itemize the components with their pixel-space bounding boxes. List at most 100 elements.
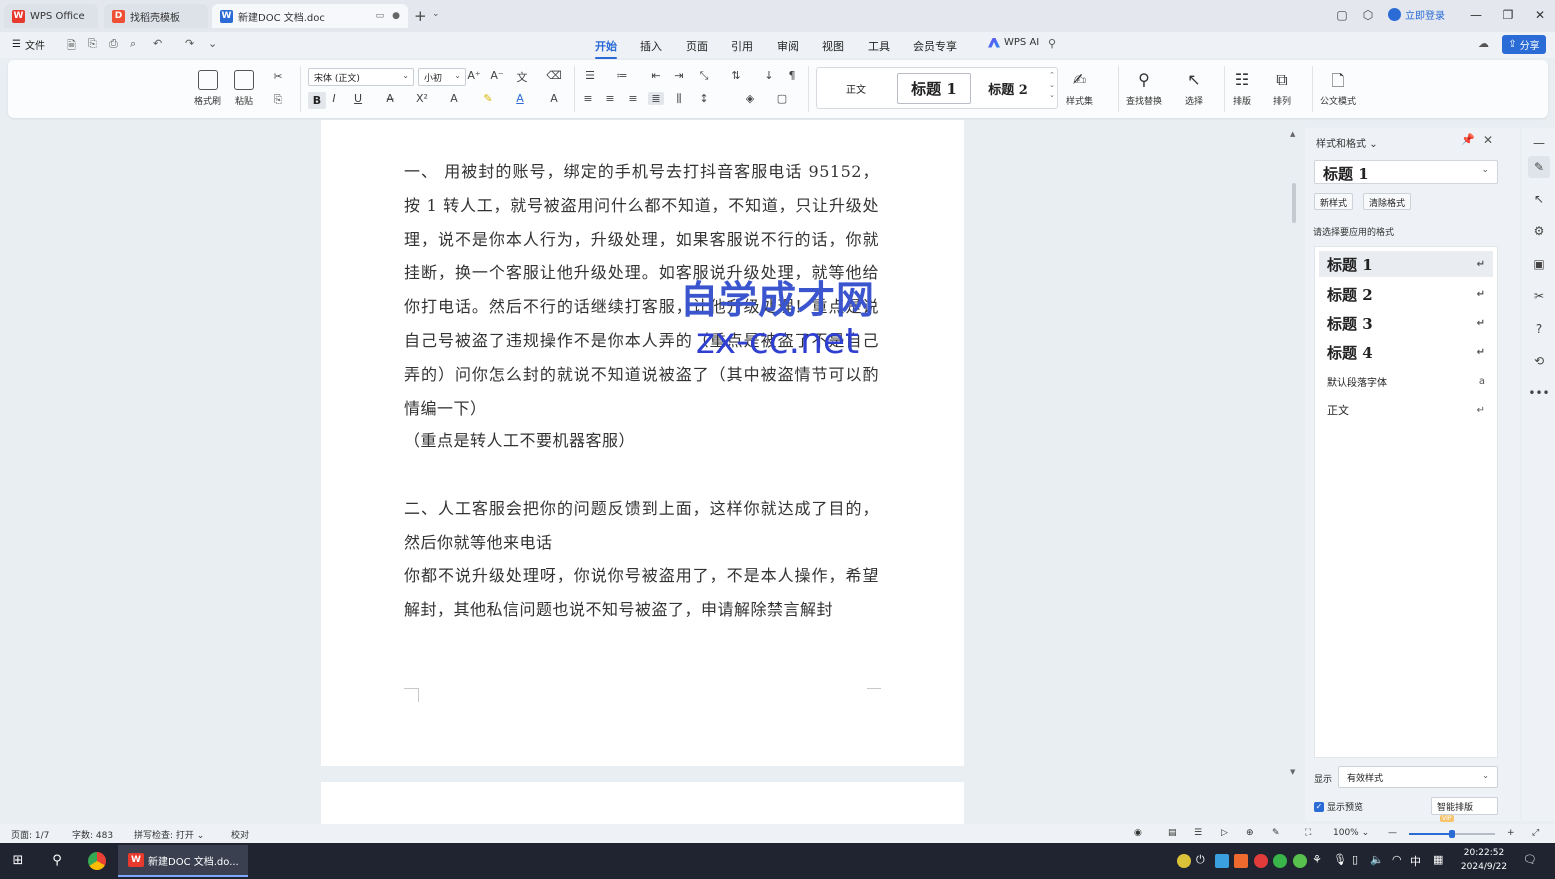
font-name-select[interactable]: 宋体 (正文) ⌄ [308,68,414,86]
smart-layout-button[interactable]: 智能排版 VIP [1431,797,1498,822]
scroll-up-icon[interactable]: ▲ [1290,130,1295,138]
current-style-select[interactable]: 标题 1 ⌄ [1314,160,1498,184]
pane-title[interactable]: 样式和格式 ⌄ [1316,135,1378,150]
zoom-in-icon[interactable]: + [1507,828,1515,838]
strikethrough-icon[interactable]: A̶ [382,92,398,105]
document-page-2[interactable] [321,782,964,824]
cloud-sync-icon[interactable]: ☁ [1478,37,1489,50]
windows-start-icon[interactable]: ⊞ [9,852,27,870]
tray-app-icon[interactable] [1177,854,1191,868]
vertical-scrollbar[interactable]: ▲ ▼ [1290,128,1298,818]
cube-icon[interactable]: ⬡ [1361,8,1375,22]
clear-format-button[interactable]: 清除格式 [1363,193,1412,210]
new-tab-plus-icon[interactable]: + [414,7,427,25]
tab-current-document[interactable]: W 新建DOC 文档.doc ▭ ● [212,4,408,28]
print-preview-icon[interactable]: ⌕ [130,37,136,51]
shading-icon[interactable]: ◈ [742,92,758,105]
find-replace-button[interactable]: ⚲ 查找替换 [1126,70,1162,107]
superscript-icon[interactable]: X² [414,92,430,105]
show-marks-icon[interactable]: ¶ [784,69,800,82]
paragraph[interactable]: 你都不说升级处理呀，你说你号被盗用了，不是本人操作，希望解封，其他私信问题也说不… [404,559,879,627]
style-item-default-font[interactable]: 默认段落字体 a [1319,368,1493,394]
phonetic-icon[interactable]: 文 [514,69,530,85]
login-button[interactable]: 立即登录 [1388,7,1445,22]
underline-button[interactable]: U [350,92,366,105]
style-item-normal[interactable]: 正文 ↵ [1319,397,1493,423]
tab-review[interactable]: 审阅 [777,38,799,54]
proofread-button[interactable]: 校对 [231,828,249,841]
tab-view[interactable]: 视图 [822,38,844,54]
paragraph[interactable]: 二、人工客服会把你的问题反馈到上面，这样你就达成了目的，然后你就等他来电话 [404,492,879,560]
highlight-icon[interactable]: ✎ [480,92,496,105]
font-size-select[interactable]: 小初 ⌄ [418,68,466,86]
notification-icon[interactable]: 🗨 [1523,853,1537,866]
zoom-out-icon[interactable]: — [1388,828,1397,838]
pin-icon[interactable]: 📌 [1461,133,1475,146]
align-center-icon[interactable]: ≡ [602,92,618,105]
style-heading-1[interactable]: 标题 1 [897,73,971,104]
page-counter[interactable]: 页面: 1/7 [11,828,49,841]
zoom-slider-knob[interactable] [1449,830,1455,838]
play-icon[interactable]: ▷ [1221,828,1228,838]
align-left-icon[interactable]: ≡ [580,92,596,105]
tab-monitor-icon[interactable]: ▭ [376,11,385,21]
show-preview-checkbox[interactable]: ✓ 显示预览 [1314,800,1363,813]
close-pane-icon[interactable]: ✕ [1483,133,1493,147]
spell-check-toggle[interactable]: 拼写检查: 打开 ⌄ [134,828,204,841]
font-color-icon[interactable]: A [512,92,528,105]
char-shading-icon[interactable]: A [546,92,562,105]
write-mode-icon[interactable]: ✎ [1272,828,1280,838]
shrink-font-icon[interactable]: A⁻ [489,69,505,82]
clear-format-icon[interactable]: ⌫ [546,69,562,82]
document-tools-icon[interactable]: ▣ [1528,253,1550,275]
network-app-icon[interactable]: ⚘ [1312,853,1322,866]
taskbar-clock[interactable]: 20:22:52 2024/9/22 [1456,846,1512,874]
style-item-heading-4[interactable]: 标题 4 ↵ [1319,339,1493,365]
decrease-indent-icon[interactable]: ⇤ [648,69,664,82]
text-effect-icon[interactable]: A [446,92,462,105]
tray-app-icon[interactable] [1215,854,1229,868]
print-icon[interactable]: ⎙ [109,37,118,51]
tray-app-icon[interactable] [1293,854,1307,868]
distribute-icon[interactable]: ⫼ [671,92,687,106]
numbered-list-icon[interactable]: ≔ [614,69,630,82]
save-icon[interactable]: 🗎 [67,37,76,56]
export-icon[interactable]: ⎘ [88,37,97,51]
tray-app-icon[interactable] [1234,854,1248,868]
redo-icon[interactable]: ↷ [185,37,194,50]
bold-button[interactable]: B [308,92,326,109]
translate-icon[interactable]: ⟲ [1528,350,1550,372]
style-normal[interactable]: 正文 [821,73,891,104]
zoom-slider[interactable] [1409,830,1495,838]
power-icon[interactable]: ⏻ [1196,853,1205,867]
outline-view-icon[interactable]: ☰ [1194,828,1202,838]
eye-protection-icon[interactable]: ◉ [1134,828,1142,838]
search-icon[interactable]: ⚲ [1048,37,1056,50]
tab-wps-office[interactable]: W WPS Office [4,4,98,28]
select-pane-icon[interactable]: ↖ [1528,188,1550,210]
line-spacing-icon[interactable]: ↕ [696,92,712,105]
style-item-heading-1[interactable]: 标题 1 ↵ [1319,251,1493,277]
share-button[interactable]: ⇪ 分享 [1502,35,1546,54]
undo-icon[interactable]: ↶ [153,37,162,50]
paragraph[interactable]: （重点是转人工不要机器客服） [404,424,879,458]
layout-button[interactable]: ☷ 排版 [1232,70,1252,107]
scroll-down-icon[interactable]: ▼ [1290,768,1295,776]
zoom-level[interactable]: 100% ⌄ [1333,828,1369,838]
new-style-button[interactable]: 新样式 [1314,193,1354,210]
tray-app-icon[interactable] [1254,854,1268,868]
select-button[interactable]: ↖ 选择 [1184,70,1204,107]
properties-icon[interactable]: ⚙ [1528,220,1550,242]
bullet-list-icon[interactable]: ☰ [582,69,598,82]
style-heading-2[interactable]: 标题 2 [975,73,1041,104]
official-mode-button[interactable]: 🗋 公文模式 [1320,70,1356,107]
ime-mode-icon[interactable]: ▦ [1433,853,1443,866]
paste-button[interactable]: 粘贴 [234,70,254,107]
help-icon[interactable]: ? [1528,318,1550,340]
style-set-button[interactable]: ✍ 样式集 [1066,70,1093,107]
tab-page[interactable]: 页面 [686,38,708,54]
text-direction-icon[interactable]: ⤡ [696,69,712,83]
grow-font-icon[interactable]: A⁺ [466,69,482,82]
tab-references[interactable]: 引用 [731,38,753,54]
more-icon[interactable]: ••• [1528,382,1550,404]
